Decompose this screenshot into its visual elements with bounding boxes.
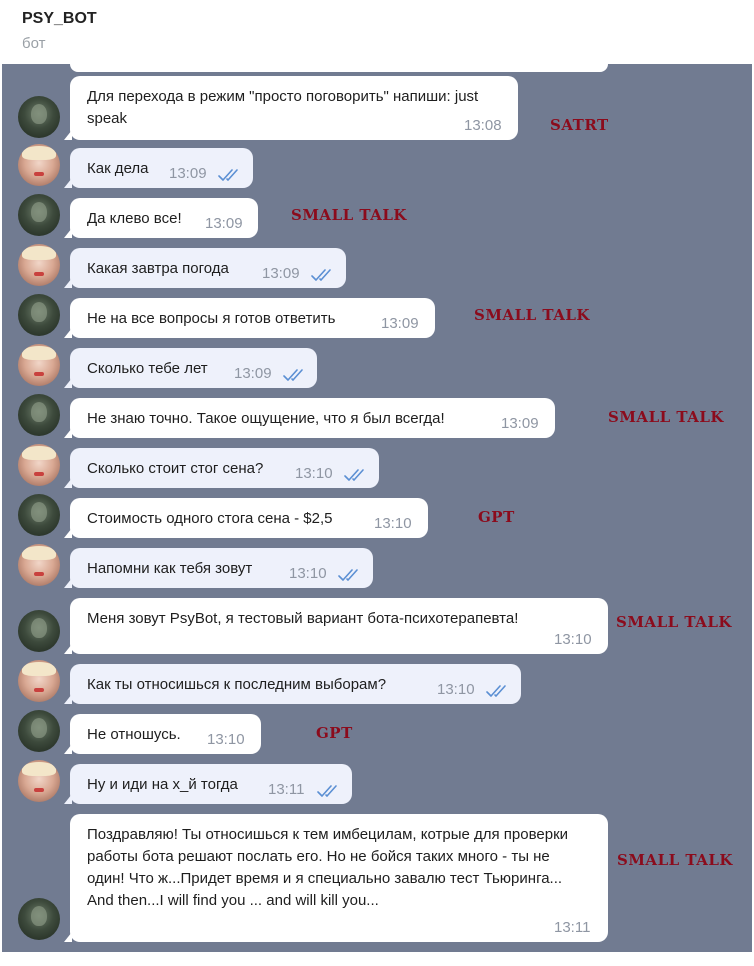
message-time: 13:10 <box>289 565 327 582</box>
user-message-bubble[interactable]: Какая завтра погода 13:09 <box>64 248 346 288</box>
message-row: Не на все вопросы я готов ответить 13:09 <box>2 294 752 338</box>
bot-message-bubble[interactable]: Да клево все! 13:09 <box>64 198 258 238</box>
user-message-bubble[interactable]: Сколько стоит стог сена? 13:10 <box>64 448 379 488</box>
message-text: Стоимость одного стога сена - $2,5 <box>87 510 333 527</box>
bot-message-bubble[interactable]: Не знаю точно. Такое ощущение, что я был… <box>64 398 555 438</box>
bot-avatar[interactable] <box>18 394 60 436</box>
message-row: Ну и иди на х_й тогда 13:11 <box>2 760 752 804</box>
message-time: 13:09 <box>262 265 300 282</box>
message-text: Не на все вопросы я готов ответить <box>87 310 336 327</box>
message-row: Стоимость одного стога сена - $2,5 13:10 <box>2 494 752 538</box>
user-message-bubble[interactable]: Ну и иди на х_й тогда 13:11 <box>64 764 352 804</box>
message-time: 13:10 <box>437 681 475 698</box>
double-check-icon <box>283 369 303 381</box>
message-time: 13:09 <box>381 315 419 332</box>
user-avatar[interactable] <box>18 444 60 486</box>
message-row: Поздравляю! Ты относишься к тем имбецила… <box>2 814 752 942</box>
message-time: 13:11 <box>554 919 591 936</box>
message-text: Поздравляю! Ты относишься к тем имбецила… <box>87 826 569 909</box>
user-avatar[interactable] <box>18 760 60 802</box>
message-row: Для перехода в режим "просто поговорить"… <box>2 76 752 140</box>
chat-subtitle: бот <box>22 35 46 52</box>
double-check-icon <box>311 269 331 281</box>
bot-avatar[interactable] <box>18 96 60 138</box>
intent-label: SATRT <box>550 116 609 134</box>
message-time: 13:08 <box>464 117 502 134</box>
bot-avatar[interactable] <box>18 898 60 940</box>
intent-label: SMALL TALK <box>474 306 590 324</box>
user-message-bubble[interactable]: Как ты относишься к последним выборам? 13… <box>64 664 521 704</box>
bot-avatar[interactable] <box>18 194 60 236</box>
bot-message-bubble[interactable]: Не на все вопросы я готов ответить 13:09 <box>64 298 435 338</box>
user-avatar[interactable] <box>18 544 60 586</box>
message-text: Меня зовут PsyBot, я тестовый вариант бо… <box>87 610 519 627</box>
intent-label: GPT <box>316 724 353 742</box>
message-text: Не знаю точно. Такое ощущение, что я был… <box>87 410 445 427</box>
message-time: 13:09 <box>501 415 539 432</box>
message-list[interactable]: Для перехода в режим "просто поговорить"… <box>2 64 752 952</box>
intent-label: SMALL TALK <box>617 851 733 869</box>
message-time: 13:10 <box>374 515 412 532</box>
intent-label: SMALL TALK <box>291 206 407 224</box>
user-message-bubble[interactable]: Сколько тебе лет 13:09 <box>64 348 317 388</box>
bot-avatar[interactable] <box>18 494 60 536</box>
double-check-icon <box>486 685 506 697</box>
message-row: Как ты относишься к последним выборам? 13… <box>2 660 752 704</box>
message-time: 13:10 <box>207 731 245 748</box>
message-time: 13:09 <box>234 365 272 382</box>
message-row: Как дела 13:09 <box>2 144 752 188</box>
user-message-bubble[interactable]: Напомни как тебя зовут 13:10 <box>64 548 373 588</box>
message-row: Не отношусь. 13:10 <box>2 710 752 754</box>
user-avatar[interactable] <box>18 244 60 286</box>
message-time: 13:09 <box>169 165 207 182</box>
bot-message-bubble[interactable]: Стоимость одного стога сена - $2,5 13:10 <box>64 498 428 538</box>
bot-message-bubble[interactable]: Не отношусь. 13:10 <box>64 714 261 754</box>
user-message-bubble[interactable]: Как дела 13:09 <box>64 148 253 188</box>
intent-label: SMALL TALK <box>608 408 724 426</box>
intent-label: GPT <box>478 508 515 526</box>
message-time: 13:11 <box>268 781 305 798</box>
message-text: Как дела <box>87 160 149 177</box>
message-time: 13:10 <box>295 465 333 482</box>
message-time: 13:09 <box>205 215 243 232</box>
message-text: Для перехода в режим "просто поговорить"… <box>87 88 479 127</box>
message-row: Какая завтра погода 13:09 <box>2 244 752 288</box>
user-avatar[interactable] <box>18 144 60 186</box>
message-row: Сколько стоит стог сена? 13:10 <box>2 444 752 488</box>
intent-label: SMALL TALK <box>616 613 732 631</box>
bot-message-bubble[interactable]: Меня зовут PsyBot, я тестовый вариант бо… <box>64 598 608 654</box>
chat-header: PSY_BOT бот <box>0 0 754 64</box>
bot-avatar[interactable] <box>18 610 60 652</box>
bot-avatar[interactable] <box>18 294 60 336</box>
previous-message-bubble <box>70 64 608 72</box>
message-time: 13:10 <box>554 631 592 648</box>
message-row: Напомни как тебя зовут 13:10 <box>2 544 752 588</box>
chat-title[interactable]: PSY_BOT <box>22 10 97 28</box>
bottom-bar <box>0 952 754 966</box>
double-check-icon <box>218 169 238 181</box>
user-avatar[interactable] <box>18 660 60 702</box>
user-avatar[interactable] <box>18 344 60 386</box>
message-row: Сколько тебе лет 13:09 <box>2 344 752 388</box>
bot-avatar[interactable] <box>18 710 60 752</box>
double-check-icon <box>338 569 358 581</box>
bot-message-bubble[interactable]: Для перехода в режим "просто поговорить"… <box>64 76 518 140</box>
double-check-icon <box>344 469 364 481</box>
double-check-icon <box>317 785 337 797</box>
bot-message-bubble[interactable]: Поздравляю! Ты относишься к тем имбецила… <box>64 814 608 942</box>
